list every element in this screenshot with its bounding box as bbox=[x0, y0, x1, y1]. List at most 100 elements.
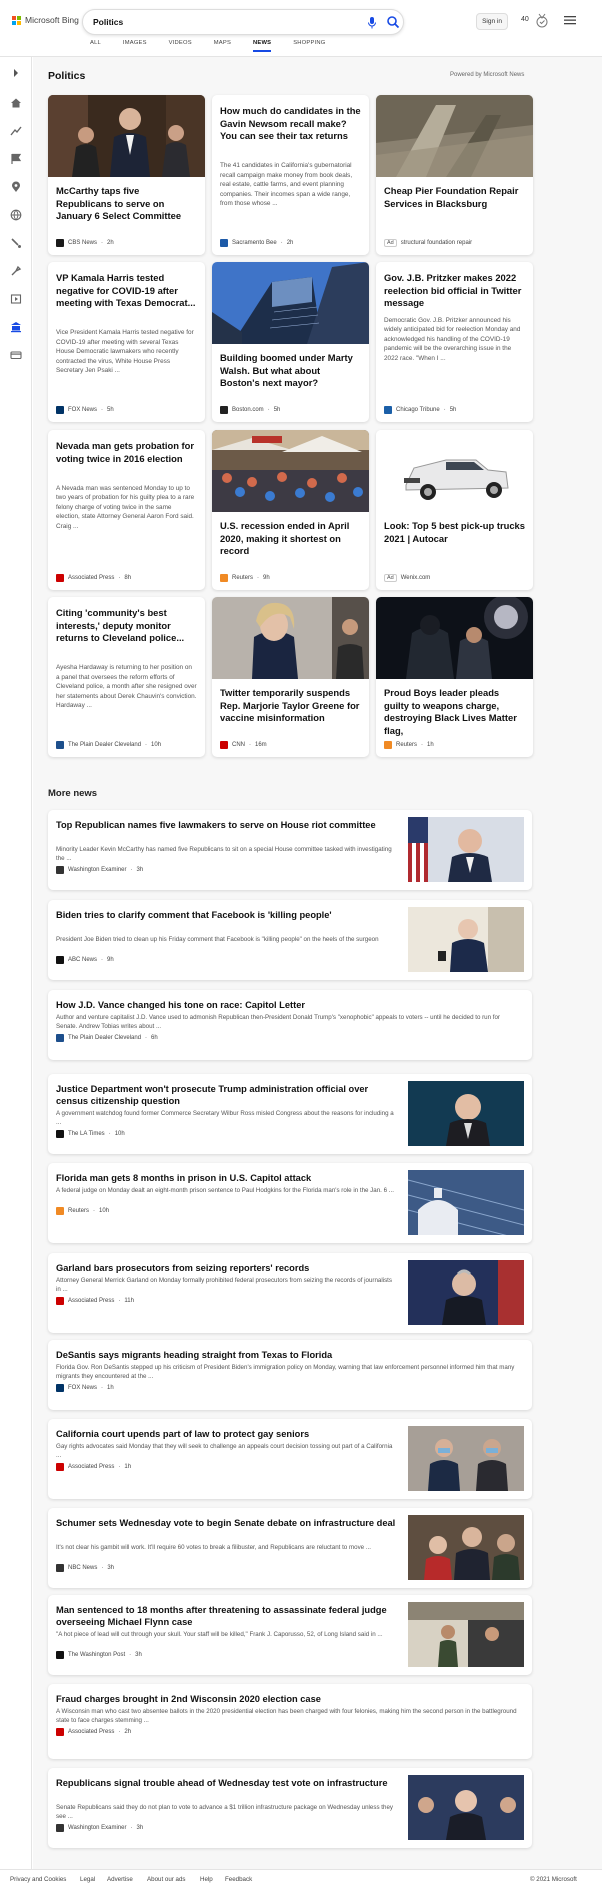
tab-shopping[interactable]: SHOPPING bbox=[293, 40, 325, 54]
more-news-title[interactable]: Man sentenced to 18 months after threate… bbox=[56, 1604, 396, 1628]
more-news-title[interactable]: Florida man gets 8 months in prison in U… bbox=[56, 1172, 396, 1184]
search-input[interactable]: Politics bbox=[93, 17, 123, 27]
home-icon[interactable] bbox=[10, 97, 22, 109]
news-card-title[interactable]: How much do candidates in the Gavin News… bbox=[220, 105, 361, 143]
politics-icon[interactable] bbox=[10, 321, 22, 333]
news-card[interactable]: Twitter temporarily suspends Rep. Marjor… bbox=[212, 597, 369, 757]
footer-link-help[interactable]: Help bbox=[200, 1876, 213, 1883]
footer-link-privacy[interactable]: Privacy and Cookies bbox=[10, 1876, 66, 1883]
news-card-source[interactable]: The Plain Dealer Cleveland · 10h bbox=[56, 741, 161, 749]
news-card[interactable]: Citing 'community's best interests,' dep… bbox=[48, 597, 205, 757]
more-news-item[interactable]: Biden tries to clarify comment that Face… bbox=[48, 900, 532, 980]
more-news-item[interactable]: DeSantis says migrants heading straight … bbox=[48, 1340, 532, 1410]
more-news-title[interactable]: Biden tries to clarify comment that Face… bbox=[56, 909, 396, 921]
more-news-item[interactable]: Man sentenced to 18 months after threate… bbox=[48, 1595, 532, 1675]
trending-icon[interactable] bbox=[10, 125, 22, 137]
location-icon[interactable] bbox=[10, 181, 22, 193]
news-card-image[interactable] bbox=[212, 262, 369, 344]
news-card-source[interactable]: CBS News · 2h bbox=[56, 239, 114, 247]
more-news-source[interactable]: NBC News · 3h bbox=[56, 1564, 114, 1572]
news-card[interactable]: Proud Boys leader pleads guilty to weapo… bbox=[376, 597, 533, 757]
more-news-item[interactable]: Republicans signal trouble ahead of Wedn… bbox=[48, 1768, 532, 1848]
entertainment-icon[interactable] bbox=[10, 293, 22, 305]
news-card-title[interactable]: Cheap Pier Foundation Repair Services in… bbox=[384, 185, 525, 210]
more-news-thumbnail[interactable] bbox=[408, 1260, 524, 1325]
hamburger-menu-icon[interactable] bbox=[564, 14, 576, 26]
more-news-title[interactable]: DeSantis says migrants heading straight … bbox=[56, 1349, 522, 1361]
more-news-title[interactable]: Fraud charges brought in 2nd Wisconsin 2… bbox=[56, 1693, 522, 1705]
rewards-medal-icon[interactable] bbox=[535, 13, 549, 29]
expand-icon[interactable] bbox=[10, 67, 22, 79]
more-news-source[interactable]: ABC News · 9h bbox=[56, 956, 114, 964]
news-card[interactable]: Gov. J.B. Pritzker makes 2022 reelection… bbox=[376, 262, 533, 422]
news-card-title[interactable]: Building boomed under Marty Walsh. But w… bbox=[220, 352, 361, 390]
news-card-source[interactable]: Chicago Tribune · 5h bbox=[384, 406, 456, 414]
tab-videos[interactable]: VIDEOS bbox=[169, 40, 192, 54]
flag-icon[interactable] bbox=[10, 153, 22, 165]
globe-icon[interactable] bbox=[10, 209, 22, 221]
news-card-image[interactable] bbox=[212, 597, 369, 679]
more-news-title[interactable]: Republicans signal trouble ahead of Wedn… bbox=[56, 1777, 396, 1789]
more-news-source[interactable]: Reuters · 10h bbox=[56, 1207, 109, 1215]
news-card-title[interactable]: McCarthy taps five Republicans to serve … bbox=[56, 185, 197, 223]
news-card-title[interactable]: Citing 'community's best interests,' dep… bbox=[56, 607, 197, 645]
more-news-item[interactable]: Justice Department won't prosecute Trump… bbox=[48, 1074, 532, 1154]
more-news-source[interactable]: Washington Examiner · 3h bbox=[56, 1824, 143, 1832]
tab-maps[interactable]: MAPS bbox=[214, 40, 231, 54]
more-news-source[interactable]: Associated Press · 11h bbox=[56, 1297, 134, 1305]
more-news-source[interactable]: Washington Examiner · 3h bbox=[56, 866, 143, 874]
search-icon[interactable] bbox=[386, 15, 400, 29]
more-news-item[interactable]: California court upends part of law to p… bbox=[48, 1419, 532, 1499]
tab-images[interactable]: IMAGES bbox=[123, 40, 147, 54]
news-card-image[interactable] bbox=[376, 597, 533, 679]
more-news-thumbnail[interactable] bbox=[408, 1775, 524, 1840]
news-card-source[interactable]: CNN · 16m bbox=[220, 741, 267, 749]
more-news-item[interactable]: Garland bars prosecutors from seizing re… bbox=[48, 1253, 532, 1333]
news-card[interactable]: Cheap Pier Foundation Repair Services in… bbox=[376, 95, 533, 255]
bing-logo[interactable]: Microsoft Bing bbox=[12, 15, 79, 25]
more-news-source[interactable]: Associated Press · 1h bbox=[56, 1463, 131, 1471]
more-news-source[interactable]: The LA Times · 10h bbox=[56, 1130, 125, 1138]
more-news-title[interactable]: Top Republican names five lawmakers to s… bbox=[56, 819, 396, 831]
news-card-title[interactable]: Twitter temporarily suspends Rep. Marjor… bbox=[220, 687, 361, 725]
money-icon[interactable] bbox=[10, 349, 22, 361]
news-card-source[interactable]: Reuters · 9h bbox=[220, 574, 270, 582]
more-news-thumbnail[interactable] bbox=[408, 1426, 524, 1491]
more-news-item[interactable]: How J.D. Vance changed his tone on race:… bbox=[48, 990, 532, 1060]
news-card[interactable]: Building boomed under Marty Walsh. But w… bbox=[212, 262, 369, 422]
science-icon[interactable] bbox=[10, 265, 22, 277]
news-card[interactable]: McCarthy taps five Republicans to serve … bbox=[48, 95, 205, 255]
tab-news[interactable]: NEWS bbox=[253, 40, 272, 54]
news-card-source[interactable]: Ad structural foundation repair bbox=[384, 239, 472, 247]
more-news-item[interactable]: Schumer sets Wednesday vote to begin Sen… bbox=[48, 1508, 532, 1588]
news-card-title[interactable]: Gov. J.B. Pritzker makes 2022 reelection… bbox=[384, 272, 525, 310]
search-box[interactable]: Politics bbox=[82, 9, 404, 35]
more-news-thumbnail[interactable] bbox=[408, 1515, 524, 1580]
news-card[interactable]: How much do candidates in the Gavin News… bbox=[212, 95, 369, 255]
news-card[interactable]: VP Kamala Harris tested negative for COV… bbox=[48, 262, 205, 422]
news-card-title[interactable]: U.S. recession ended in April 2020, maki… bbox=[220, 520, 361, 558]
more-news-title[interactable]: Schumer sets Wednesday vote to begin Sen… bbox=[56, 1517, 396, 1529]
news-card-source[interactable]: FOX News · 5h bbox=[56, 406, 114, 414]
news-card-source[interactable]: Associated Press · 8h bbox=[56, 574, 131, 582]
more-news-source[interactable]: Associated Press · 2h bbox=[56, 1728, 131, 1736]
more-news-title[interactable]: How J.D. Vance changed his tone on race:… bbox=[56, 999, 522, 1011]
more-news-title[interactable]: Garland bars prosecutors from seizing re… bbox=[56, 1262, 396, 1274]
news-card-title[interactable]: Look: Top 5 best pick-up trucks 2021 | A… bbox=[384, 520, 525, 545]
more-news-thumbnail[interactable] bbox=[408, 1170, 524, 1235]
news-card[interactable]: Look: Top 5 best pick-up trucks 2021 | A… bbox=[376, 430, 533, 590]
microphone-icon[interactable] bbox=[367, 16, 377, 30]
more-news-source[interactable]: The Plain Dealer Cleveland · 6h bbox=[56, 1034, 158, 1042]
more-news-title[interactable]: California court upends part of law to p… bbox=[56, 1428, 396, 1440]
news-card-source[interactable]: Boston.com · 5h bbox=[220, 406, 280, 414]
footer-link-legal[interactable]: Legal bbox=[80, 1876, 95, 1883]
news-card-title[interactable]: Proud Boys leader pleads guilty to weapo… bbox=[384, 687, 525, 737]
news-card-title[interactable]: Nevada man gets probation for voting twi… bbox=[56, 440, 197, 465]
sign-in-button[interactable]: Sign in bbox=[476, 13, 508, 30]
tab-all[interactable]: ALL bbox=[90, 40, 101, 54]
more-news-title[interactable]: Justice Department won't prosecute Trump… bbox=[56, 1083, 396, 1107]
news-card-image[interactable] bbox=[212, 430, 369, 512]
more-news-item[interactable]: Fraud charges brought in 2nd Wisconsin 2… bbox=[48, 1684, 532, 1759]
footer-link-feedback[interactable]: Feedback bbox=[225, 1876, 252, 1883]
more-news-item[interactable]: Florida man gets 8 months in prison in U… bbox=[48, 1163, 532, 1243]
